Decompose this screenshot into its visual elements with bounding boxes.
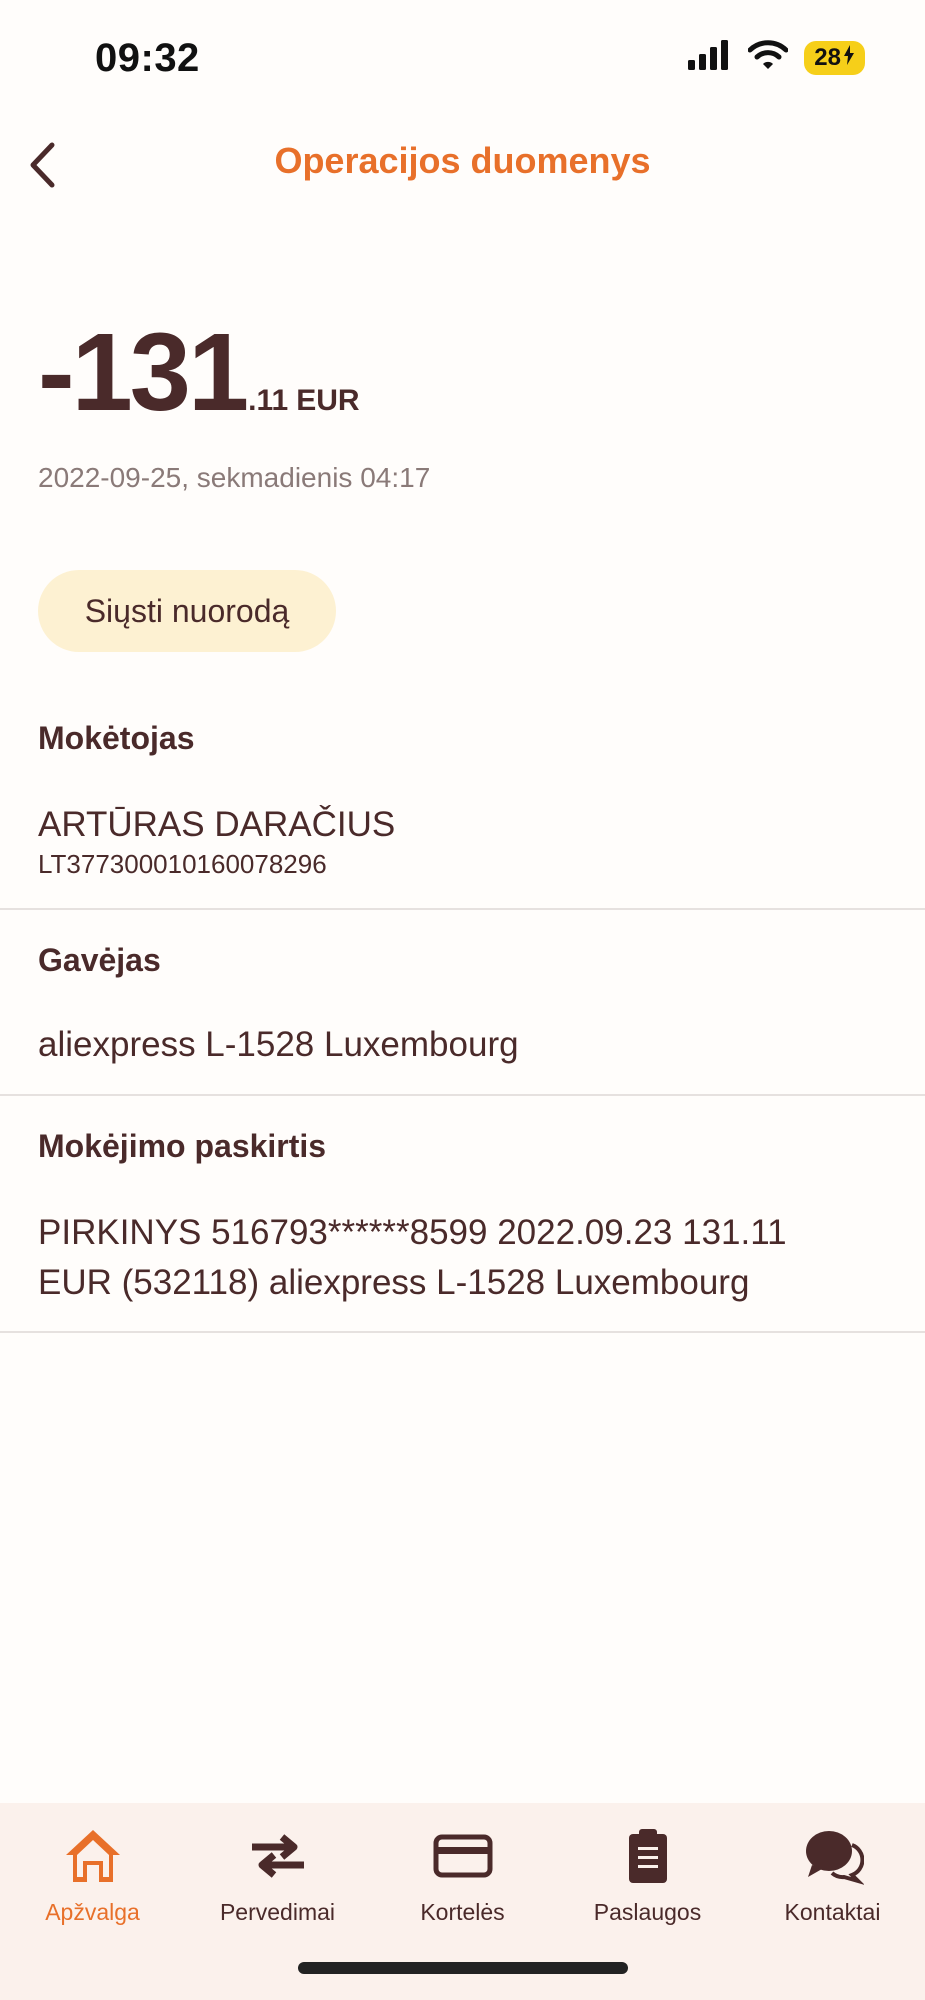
battery-indicator: 28 (804, 40, 865, 75)
home-indicator[interactable] (298, 1962, 628, 1974)
nav-label: Apžvalga (45, 1899, 140, 1925)
purpose-line-2[interactable]: EUR (532118) aliexpress L-1528 Luxembour… (38, 1258, 749, 1308)
top-navigation-bar: Operacijos duomenys (0, 130, 925, 200)
recipient-name[interactable]: aliexpress L-1528 Luxembourg (38, 1020, 519, 1070)
transaction-date: 2022-09-25, sekmadienis 04:17 (38, 462, 431, 493)
amount-currency: EUR (296, 384, 360, 417)
nav-item-services[interactable]: Paslaugos (555, 1821, 740, 1926)
card-icon (433, 1834, 492, 1878)
payer-name[interactable]: ARTŪRAS DARAČIUS (38, 800, 395, 850)
purpose-line-1[interactable]: PIRKINYS 516793******8599 2022.09.23 131… (38, 1208, 787, 1258)
wifi-icon (747, 40, 789, 75)
nav-label: Pervedimai (219, 1899, 336, 1925)
amount-integer: -131 (38, 311, 249, 434)
amount-decimal: .11 (248, 384, 289, 417)
page-title: Operacijos duomenys (274, 140, 651, 181)
recipient-label: Gavėjas (38, 942, 161, 978)
nav-label: Kontaktai (784, 1899, 881, 1925)
purpose-label: Mokėjimo paskirtis (38, 1128, 327, 1164)
divider (0, 1331, 925, 1333)
nav-item-transfers[interactable]: Pervedimai (185, 1821, 370, 1926)
nav-label: Paslaugos (593, 1899, 702, 1925)
divider (0, 908, 925, 910)
transfer-icon (251, 1834, 304, 1878)
nav-item-contacts[interactable]: Kontaktai (740, 1821, 925, 1926)
signal-icon (688, 40, 732, 75)
status-bar: 09:32 28 (0, 0, 925, 120)
nav-item-overview[interactable]: Apžvalga (0, 1821, 185, 1926)
send-link-button[interactable]: Siųsti nuorodą (38, 570, 336, 652)
home-icon (65, 1830, 120, 1882)
payer-iban[interactable]: LT377300010160078296 (38, 849, 327, 880)
transaction-amount: -131 .11 EUR (38, 318, 360, 428)
charging-icon (843, 44, 855, 72)
clipboard-icon (628, 1829, 667, 1883)
divider (0, 1094, 925, 1096)
chat-icon (805, 1831, 864, 1885)
payer-label: Mokėtojas (38, 720, 195, 756)
nav-item-cards[interactable]: Kortelės (370, 1821, 555, 1926)
status-icons: 28 (688, 40, 865, 75)
battery-level: 28 (814, 43, 841, 71)
status-time: 09:32 (95, 36, 200, 80)
nav-label: Kortelės (420, 1899, 505, 1925)
